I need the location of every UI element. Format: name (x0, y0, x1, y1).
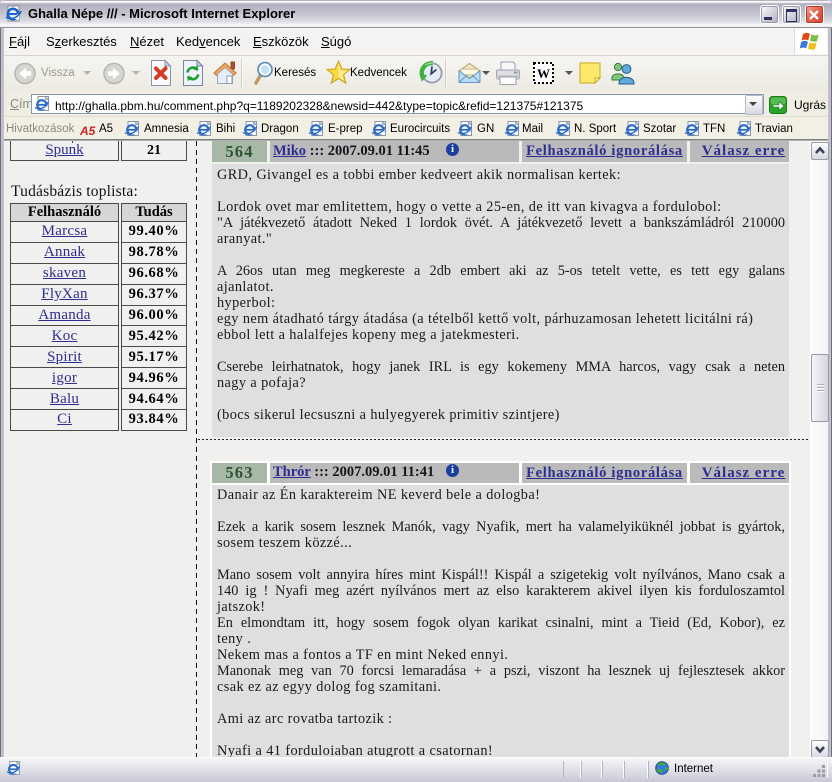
svg-text:W: W (537, 66, 550, 81)
svg-text:A5: A5 (80, 124, 96, 137)
